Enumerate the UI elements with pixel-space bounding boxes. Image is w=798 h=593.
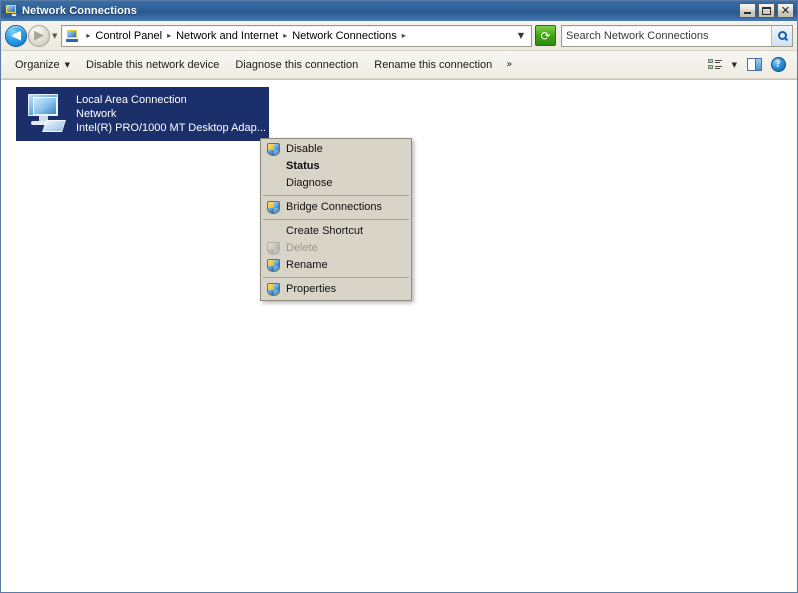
breadcrumb-item-network-and-internet[interactable]: Network and Internet <box>174 29 280 43</box>
rename-connection-button[interactable]: Rename this connection <box>366 56 500 74</box>
context-menu-item-bridge-connections[interactable]: Bridge Connections <box>261 199 411 216</box>
help-icon: ? <box>770 57 786 72</box>
rename-connection-label: Rename this connection <box>374 58 493 71</box>
context-menu-item-delete: Delete <box>261 240 411 257</box>
change-view-caret-icon[interactable]: ▼ <box>728 61 741 69</box>
help-button[interactable]: ? <box>767 55 789 75</box>
context-menu-label-bridge-connections: Bridge Connections <box>286 201 383 213</box>
toolbar-overflow-button[interactable]: » <box>500 57 518 72</box>
chevron-down-icon: ▼ <box>64 60 71 69</box>
context-menu-label-diagnose: Diagnose <box>286 177 333 189</box>
show-preview-pane-button[interactable] <box>743 55 765 75</box>
diagnose-connection-label: Diagnose this connection <box>235 58 359 71</box>
shield-icon <box>266 241 281 256</box>
minimize-button[interactable] <box>739 3 756 18</box>
address-bar: ◀ ▶ ▼ ▸ Control Panel ▸ Network and Inte… <box>1 21 797 51</box>
connection-item-local-area-connection[interactable]: Local Area Connection Network Intel(R) P… <box>16 87 269 141</box>
shield-icon <box>266 200 281 215</box>
no-icon <box>266 176 281 191</box>
context-menu-label-create-shortcut: Create Shortcut <box>286 225 364 237</box>
refresh-icon: ⟳ <box>540 28 551 43</box>
preview-pane-icon <box>746 58 762 71</box>
title-bar: Network Connections ✕ <box>1 1 797 21</box>
search-button[interactable] <box>771 25 792 46</box>
window-title: Network Connections <box>22 5 137 17</box>
shield-icon <box>266 142 281 157</box>
address-dropdown-icon[interactable]: ▼ <box>515 31 529 40</box>
connection-details: Local Area Connection Network Intel(R) P… <box>76 93 265 135</box>
search-box[interactable] <box>561 24 793 47</box>
change-view-icon <box>707 58 722 71</box>
context-menu-item-create-shortcut[interactable]: Create Shortcut <box>261 223 411 240</box>
context-menu-item-diagnose[interactable]: Diagnose <box>261 175 411 192</box>
diagnose-connection-button[interactable]: Diagnose this connection <box>227 56 366 74</box>
breadcrumb-separator-icon[interactable]: ▸ <box>399 31 409 40</box>
disable-network-device-button[interactable]: Disable this network device <box>78 56 227 74</box>
connections-list: Local Area Connection Network Intel(R) P… <box>1 79 797 592</box>
context-menu-label-rename: Rename <box>286 259 328 271</box>
breadcrumb-separator-icon[interactable]: ▸ <box>280 31 290 40</box>
connection-network: Network <box>76 108 117 120</box>
organize-label: Organize <box>15 58 60 71</box>
context-menu-item-properties[interactable]: Properties <box>261 281 411 298</box>
no-icon <box>266 159 281 174</box>
context-menu-item-rename[interactable]: Rename <box>261 257 411 274</box>
no-icon <box>266 224 281 239</box>
network-connections-window: Network Connections ✕ ◀ ▶ ▼ ▸ Control Pa… <box>0 0 798 593</box>
context-menu-label-disable: Disable <box>286 143 323 155</box>
back-arrow-icon: ◀ <box>11 28 21 43</box>
context-menu-label-delete: Delete <box>286 242 318 254</box>
command-toolbar: Organize ▼ Disable this network device D… <box>1 51 797 79</box>
search-input[interactable] <box>562 29 771 42</box>
organize-button[interactable]: Organize ▼ <box>7 56 78 74</box>
context-menu-separator <box>263 219 409 220</box>
close-button[interactable]: ✕ <box>777 3 794 18</box>
disable-network-device-label: Disable this network device <box>86 58 220 71</box>
breadcrumb-separator-icon[interactable]: ▸ <box>83 31 93 40</box>
window-controls: ✕ <box>739 3 794 18</box>
context-menu-separator <box>263 277 409 278</box>
forward-button[interactable]: ▶ <box>28 24 50 47</box>
context-menu-item-status[interactable]: Status <box>261 158 411 175</box>
shield-icon <box>266 258 281 273</box>
breadcrumb-item-control-panel[interactable]: Control Panel <box>93 29 164 43</box>
control-panel-icon <box>65 29 79 43</box>
breadcrumb[interactable]: ▸ Control Panel ▸ Network and Internet ▸… <box>61 24 532 47</box>
context-menu-label-status: Status <box>286 160 320 172</box>
navigation-buttons: ◀ ▶ ▼ <box>5 24 57 47</box>
search-icon <box>777 31 787 40</box>
breadcrumb-item-network-connections[interactable]: Network Connections <box>290 29 399 43</box>
toolbar-right-group: ▼ ? <box>704 55 791 75</box>
connection-name: Local Area Connection <box>76 94 187 106</box>
forward-arrow-icon: ▶ <box>34 28 44 43</box>
recent-pages-caret-icon[interactable]: ▼ <box>52 32 57 40</box>
network-connections-icon <box>4 4 18 18</box>
context-menu-label-properties: Properties <box>286 283 337 295</box>
context-menu-item-disable[interactable]: Disable <box>261 141 411 158</box>
maximize-button[interactable] <box>758 3 775 18</box>
change-view-button[interactable] <box>704 55 726 75</box>
shield-icon <box>266 282 281 297</box>
refresh-button[interactable]: ⟳ <box>535 25 556 46</box>
context-menu-separator <box>263 195 409 196</box>
back-button[interactable]: ◀ <box>5 24 27 47</box>
context-menu: Disable Status Diagnose Bridge Connectio… <box>260 138 412 301</box>
connection-adapter: Intel(R) PRO/1000 MT Desktop Adap... <box>76 122 265 134</box>
breadcrumb-separator-icon[interactable]: ▸ <box>164 31 174 40</box>
network-adapter-icon <box>22 92 70 136</box>
